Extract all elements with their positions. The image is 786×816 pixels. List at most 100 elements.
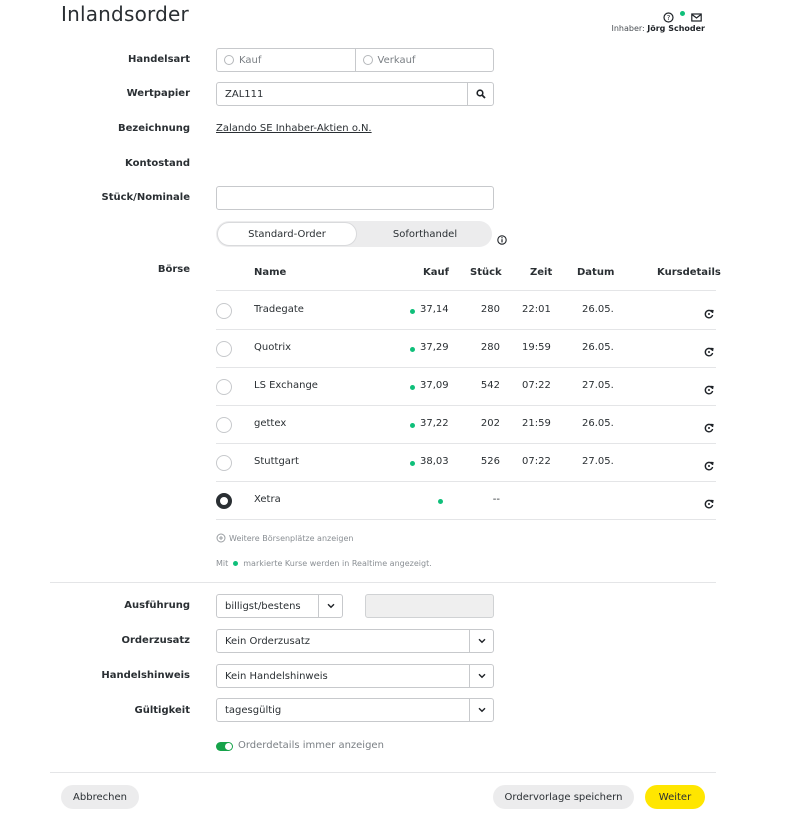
boerse-radio[interactable] — [216, 493, 232, 509]
soforthandel-tab[interactable]: Soforthandel — [358, 222, 492, 246]
stueck-count: 542 — [480, 380, 500, 391]
ausfuehrung-label: Ausführung — [124, 600, 190, 611]
kontostand-label: Kontostand — [125, 158, 190, 169]
table-row[interactable]: Quotrix 37,29 280 19:59 26.05. — [216, 329, 716, 368]
chevron-down-icon — [318, 595, 342, 617]
page-title: Inlandsorder — [61, 2, 189, 26]
stueck-count: -- — [492, 494, 500, 505]
kauf-radio[interactable] — [224, 55, 234, 65]
boerse-name: Quotrix — [254, 342, 292, 353]
cancel-button[interactable]: Abbrechen — [61, 785, 139, 809]
boerse-radio[interactable] — [216, 455, 232, 471]
svg-text:?: ? — [667, 14, 671, 22]
gueltigkeit-value: tagesgültig — [225, 705, 282, 716]
stueck-count: 280 — [480, 342, 500, 353]
stueck-input[interactable] — [216, 186, 494, 210]
datum-value: 26.05. — [582, 304, 614, 315]
chevron-down-icon — [469, 699, 493, 721]
zeit-value: 22:01 — [522, 304, 551, 315]
wertpapier-input[interactable]: ZAL111 — [216, 82, 494, 106]
kursdetails-refresh-icon[interactable] — [704, 342, 714, 357]
stueck-count: 202 — [480, 418, 500, 429]
boerse-label: Börse — [157, 264, 190, 275]
more-boersen-link[interactable]: Weitere Börsenplätze anzeigen — [216, 533, 353, 543]
zeit-value: 07:22 — [522, 456, 551, 467]
boerse-name: LS Exchange — [254, 380, 318, 391]
stueck-count: 280 — [480, 304, 500, 315]
handelshinweis-label: Handelshinweis — [101, 670, 190, 681]
kauf-option[interactable]: Kauf — [217, 49, 355, 71]
verkauf-label: Verkauf — [377, 54, 416, 66]
chevron-down-icon — [469, 630, 493, 652]
gueltigkeit-select[interactable]: tagesgültig — [216, 698, 494, 722]
realtime-dot-icon — [410, 347, 415, 352]
orderzusatz-value: Kein Orderzusatz — [225, 636, 311, 647]
realtime-dot-icon — [438, 499, 443, 504]
more-boersen-text: Weitere Börsenplätze anzeigen — [229, 533, 354, 543]
realtime-note-post: markierte Kurse werden in Realtime angez… — [243, 559, 432, 568]
mail-icon[interactable] — [691, 8, 702, 22]
verkauf-radio[interactable] — [362, 55, 373, 65]
header-icons: ? — [663, 8, 702, 23]
table-row[interactable]: Tradegate 37,14 280 22:01 26.05. — [216, 291, 716, 330]
ausfuehrung-value: billigst/bestens — [225, 601, 301, 612]
table-row[interactable]: Xetra -- — [216, 481, 716, 520]
col-datum: Datum — [577, 267, 615, 278]
kursdetails-refresh-icon[interactable] — [704, 418, 714, 433]
stueck-label: Stück/Nominale — [101, 192, 191, 203]
col-stueck: Stück — [470, 267, 502, 278]
realtime-dot-icon — [233, 561, 239, 566]
zeit-value: 07:22 — [522, 380, 551, 391]
ausfuehrung-select[interactable]: billigst/bestens — [216, 594, 343, 618]
orderzusatz-label: Orderzusatz — [121, 635, 190, 646]
table-row[interactable]: gettex 37,22 202 21:59 26.05. — [216, 405, 716, 444]
zeit-value: 21:59 — [522, 418, 551, 429]
standard-order-tab[interactable]: Standard-Order — [217, 222, 357, 246]
boerse-name: Stuttgart — [254, 456, 299, 467]
kursdetails-refresh-icon[interactable] — [704, 494, 714, 509]
boerse-radio[interactable] — [216, 379, 232, 395]
owner-info: Inhaber: Jörg Schoder — [611, 24, 705, 33]
table-row[interactable]: LS Exchange 37,09 542 07:22 27.05. — [216, 367, 716, 406]
col-zeit: Zeit — [530, 267, 553, 278]
verkauf-option[interactable]: Verkauf — [354, 49, 494, 71]
realtime-dot-icon — [410, 385, 415, 390]
plus-circle-icon — [216, 533, 226, 543]
ordertyp-toggle: Standard-Order Soforthandel — [216, 221, 492, 247]
boerse-radio[interactable] — [216, 341, 232, 357]
table-row[interactable]: Stuttgart 38,03 526 07:22 27.05. — [216, 443, 716, 482]
handelshinweis-select[interactable]: Kein Handelshinweis — [216, 664, 494, 688]
boerse-radio[interactable] — [216, 303, 232, 319]
boerse-name: gettex — [254, 418, 287, 429]
kursdetails-refresh-icon[interactable] — [704, 456, 714, 471]
handelshinweis-value: Kein Handelshinweis — [225, 671, 328, 682]
realtime-status-icon — [680, 11, 685, 16]
next-button[interactable]: Weiter — [645, 785, 705, 809]
datum-value: 27.05. — [582, 456, 614, 467]
orderdetails-switch[interactable] — [216, 742, 233, 751]
owner-name: Jörg Schoder — [647, 24, 705, 33]
realtime-dot-icon — [410, 309, 415, 314]
boerse-radio[interactable] — [216, 417, 232, 433]
bezeichnung-label: Bezeichnung — [118, 123, 190, 134]
save-template-button[interactable]: Ordervorlage speichern — [493, 785, 634, 809]
boerse-name: Tradegate — [254, 304, 304, 315]
kursdetails-refresh-icon[interactable] — [704, 380, 714, 395]
bezeichnung-link[interactable]: Zalando SE Inhaber-Aktien o.N. — [216, 123, 372, 134]
handelsart-label: Handelsart — [127, 54, 190, 65]
search-button[interactable] — [467, 83, 493, 105]
col-name: Name — [254, 267, 287, 278]
footer-divider — [50, 772, 716, 773]
stueck-count: 526 — [480, 456, 500, 467]
help-icon[interactable]: ? — [663, 8, 674, 23]
col-kauf: Kauf — [423, 267, 449, 278]
datum-value: 27.05. — [582, 380, 614, 391]
kursdetails-refresh-icon[interactable] — [704, 304, 714, 319]
datum-value: 26.05. — [582, 342, 614, 353]
zeit-value: 19:59 — [522, 342, 551, 353]
orderzusatz-select[interactable]: Kein Orderzusatz — [216, 629, 494, 653]
col-kursdetails: Kursdetails — [657, 267, 721, 278]
section-divider — [50, 582, 716, 583]
info-icon[interactable] — [497, 230, 507, 245]
realtime-note: Mit markierte Kurse werden in Realtime a… — [216, 559, 432, 568]
